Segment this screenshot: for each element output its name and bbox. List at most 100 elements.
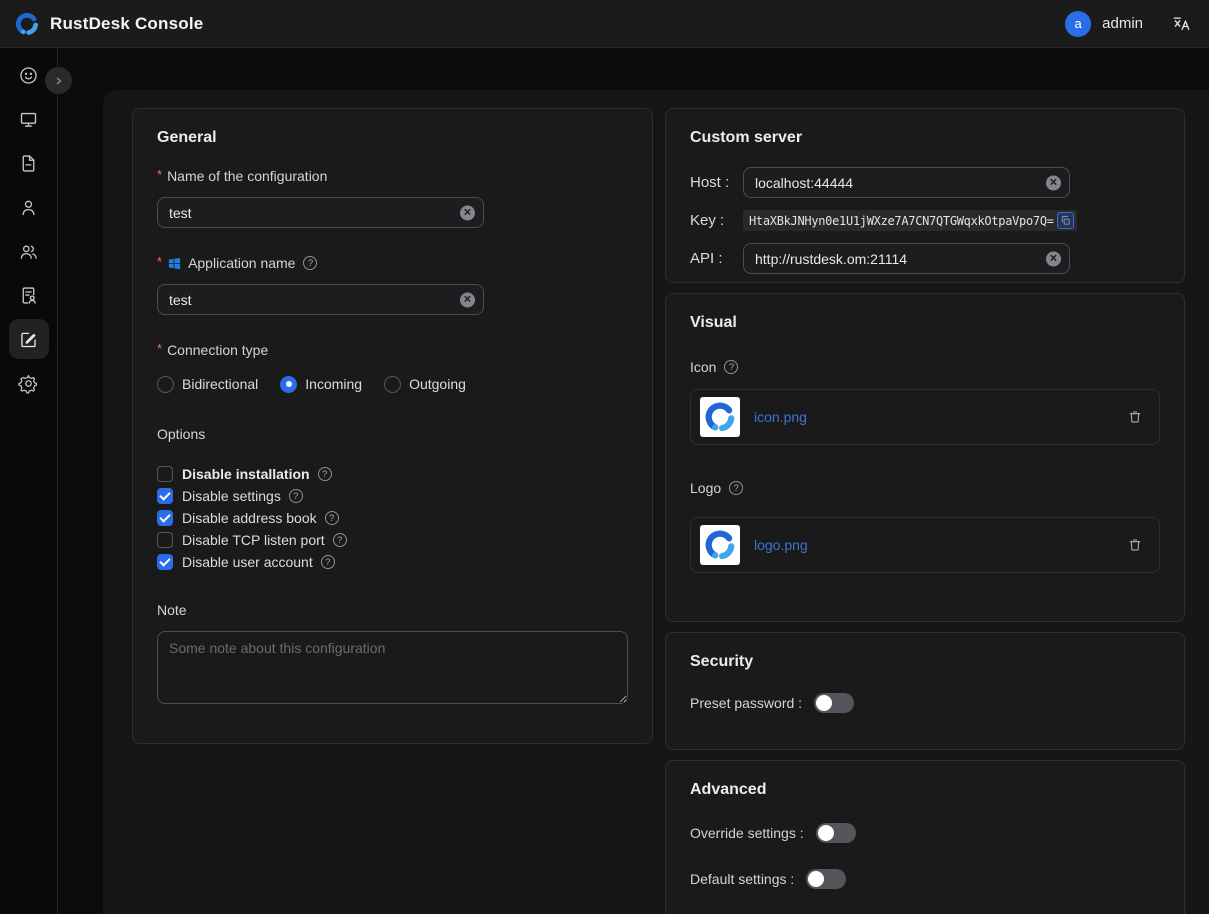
help-icon[interactable]: ?: [724, 360, 738, 374]
checkbox-icon[interactable]: [157, 532, 173, 548]
rustdesk-logo-icon: [703, 400, 737, 434]
clear-icon[interactable]: ✕: [460, 292, 475, 307]
required-asterisk: *: [157, 167, 162, 183]
checkbox-disable-user-account[interactable]: Disable user account ?: [157, 551, 628, 573]
general-card: General * Name of the configuration ✕ * …: [132, 108, 653, 744]
connection-type-label: * Connection type: [157, 341, 628, 359]
checkbox-disable-tcp-listen-port[interactable]: Disable TCP listen port ?: [157, 529, 628, 551]
default-settings-toggle[interactable]: [806, 869, 846, 889]
smiley-icon: [18, 65, 39, 86]
icon-thumbnail: [700, 397, 740, 437]
chevron-right-icon: [52, 74, 66, 88]
copy-button[interactable]: [1057, 212, 1074, 229]
note-textarea[interactable]: [157, 631, 628, 704]
radio-outgoing[interactable]: Outgoing: [384, 376, 466, 393]
radio-bidirectional[interactable]: Bidirectional: [157, 376, 258, 393]
logo-label: Logo ?: [690, 479, 1160, 497]
clear-icon[interactable]: ✕: [1046, 175, 1061, 190]
radio-icon[interactable]: [280, 376, 297, 393]
config-name-input[interactable]: [157, 197, 484, 228]
logo-thumbnail: [700, 525, 740, 565]
brand: RustDesk Console: [14, 11, 203, 37]
sidebar-item-settings[interactable]: [9, 363, 49, 403]
help-icon[interactable]: ?: [325, 511, 339, 525]
clear-icon[interactable]: ✕: [1046, 251, 1061, 266]
sidebar-item-custom-clients[interactable]: [9, 319, 49, 359]
app-name-input[interactable]: [157, 284, 484, 315]
avatar[interactable]: a: [1065, 11, 1091, 37]
help-icon[interactable]: ?: [729, 481, 743, 495]
checkbox-disable-settings[interactable]: Disable settings ?: [157, 485, 628, 507]
help-icon[interactable]: ?: [321, 555, 335, 569]
host-label: Host :: [690, 174, 743, 191]
default-settings-label: Default settings :: [690, 871, 794, 887]
custom-server-title: Custom server: [690, 129, 1160, 147]
main-content: General * Name of the configuration ✕ * …: [103, 90, 1209, 914]
copy-icon: [1060, 215, 1071, 226]
connection-type-group: Bidirectional Incoming Outgoing: [157, 373, 628, 395]
checkbox-icon[interactable]: [157, 554, 173, 570]
checkbox-disable-address-book[interactable]: Disable address book ?: [157, 507, 628, 529]
radio-icon[interactable]: [384, 376, 401, 393]
app-title: RustDesk Console: [50, 14, 203, 34]
users-icon: [18, 241, 39, 262]
checkbox-disable-installation[interactable]: Disable installation ?: [157, 463, 628, 485]
logo-filename-link[interactable]: logo.png: [754, 537, 808, 553]
monitor-icon: [18, 109, 39, 130]
sidebar-item-groups[interactable]: [9, 231, 49, 271]
sidebar-item-logs[interactable]: [9, 143, 49, 183]
config-name-label: * Name of the configuration: [157, 167, 628, 185]
help-icon[interactable]: ?: [303, 256, 317, 270]
checkbox-icon[interactable]: [157, 466, 173, 482]
visual-card: Visual Icon ? icon.png Logo ?: [665, 293, 1185, 622]
options-label: Options: [157, 425, 628, 443]
edit-icon: [18, 329, 39, 350]
security-title: Security: [690, 653, 1160, 671]
app-name-label: * Application name ?: [157, 254, 628, 272]
key-value-box: HtaXBkJNHyn0e1U1jWXze7A7CN7QTGWqxkOtpaVp…: [743, 210, 1077, 231]
clear-icon[interactable]: ✕: [460, 205, 475, 220]
sidebar: [0, 48, 58, 914]
gear-icon: [18, 373, 39, 394]
required-asterisk: *: [157, 254, 162, 270]
key-label: Key :: [690, 212, 743, 229]
help-icon[interactable]: ?: [289, 489, 303, 503]
icon-file-row: icon.png: [690, 389, 1160, 445]
sidebar-expand-button[interactable]: [45, 67, 72, 94]
note-label: Note: [157, 601, 628, 619]
radio-incoming[interactable]: Incoming: [280, 376, 362, 393]
trash-icon: [1127, 409, 1143, 425]
sidebar-item-audit[interactable]: [9, 275, 49, 315]
delete-logo-button[interactable]: [1127, 537, 1143, 553]
radio-icon[interactable]: [157, 376, 174, 393]
document-user-icon: [18, 285, 39, 306]
checkbox-icon[interactable]: [157, 488, 173, 504]
help-icon[interactable]: ?: [318, 467, 332, 481]
sidebar-item-devices[interactable]: [9, 99, 49, 139]
general-title: General: [157, 129, 628, 147]
translate-icon: [1172, 14, 1191, 33]
windows-icon: [167, 256, 182, 271]
visual-title: Visual: [690, 314, 1160, 332]
help-icon[interactable]: ?: [333, 533, 347, 547]
api-input[interactable]: [743, 243, 1070, 274]
override-settings-toggle[interactable]: [816, 823, 856, 843]
advanced-title: Advanced: [690, 781, 1160, 799]
sidebar-item-dashboard[interactable]: [9, 55, 49, 95]
document-icon: [18, 153, 39, 174]
user-icon: [18, 197, 39, 218]
rustdesk-logo-icon: [14, 11, 40, 37]
icon-filename-link[interactable]: icon.png: [754, 409, 807, 425]
options-group: Disable installation ? Disable settings …: [157, 463, 628, 573]
delete-icon-button[interactable]: [1127, 409, 1143, 425]
trash-icon: [1127, 537, 1143, 553]
host-input[interactable]: [743, 167, 1070, 198]
logo-file-row: logo.png: [690, 517, 1160, 573]
advanced-card: Advanced Override settings : Default set…: [665, 760, 1185, 914]
top-bar: RustDesk Console a admin: [0, 0, 1209, 48]
checkbox-icon[interactable]: [157, 510, 173, 526]
preset-password-toggle[interactable]: [814, 693, 854, 713]
username[interactable]: admin: [1102, 15, 1143, 32]
sidebar-item-users[interactable]: [9, 187, 49, 227]
language-button[interactable]: [1172, 14, 1191, 33]
